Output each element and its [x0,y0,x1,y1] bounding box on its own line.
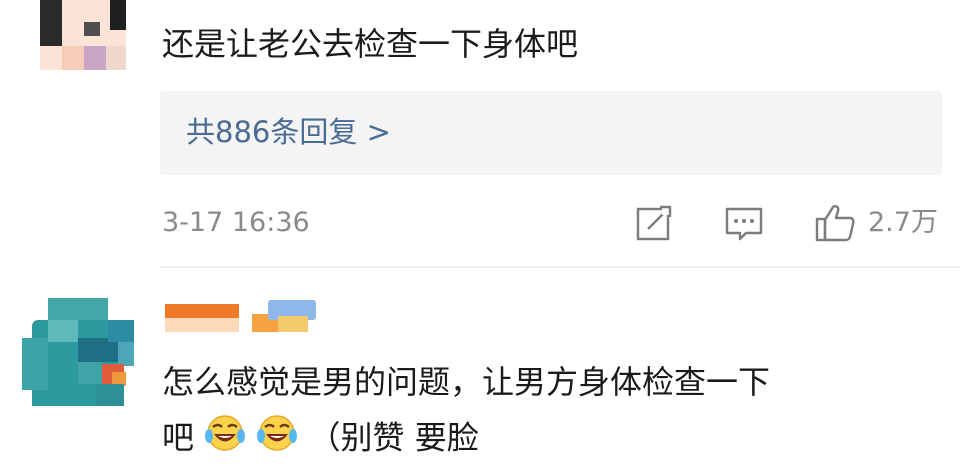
comment-divider [160,266,960,268]
comment-text-end: （别赞 要脸 [308,418,479,457]
view-replies-link[interactable]: 共886条回复 > [186,107,391,157]
comment-text-line2: 吧 （别赞 要脸 [162,413,479,466]
comment-timestamp: 3-17 16:36 [162,207,310,238]
replies-panel[interactable]: 共886条回复 > [160,91,942,175]
comment-text-line1: 怎么感觉是男的问题，让男方身体检查一下 [162,363,771,401]
laugh-cry-emoji [256,413,298,466]
like-icon[interactable] [814,203,856,243]
comment-icon[interactable] [724,206,764,242]
comment-text-start: 吧 [162,418,195,457]
username-badge [165,318,239,332]
share-icon[interactable] [636,205,674,241]
username-badge [165,304,239,318]
comment-text: 还是让老公去检查一下身体吧 [162,25,579,63]
commenter-avatar[interactable] [22,298,134,406]
commenter-avatar[interactable] [40,0,126,70]
like-count: 2.7万 [868,207,938,238]
vip-badge [278,316,308,332]
laugh-cry-emoji [204,413,246,466]
